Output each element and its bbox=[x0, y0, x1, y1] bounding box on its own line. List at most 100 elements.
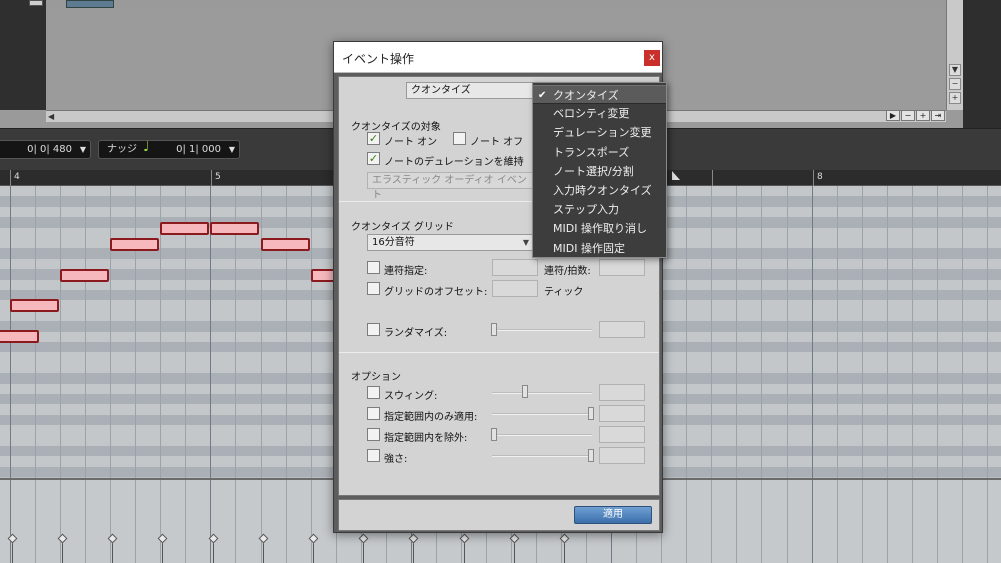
midi-note[interactable] bbox=[160, 222, 209, 235]
dialog-titlebar[interactable]: イベント操作 x bbox=[334, 42, 662, 73]
strength-field[interactable] bbox=[599, 447, 645, 464]
swing-field[interactable] bbox=[599, 384, 645, 401]
midi-note[interactable] bbox=[10, 299, 59, 312]
exclude-range-label: 指定範囲内を除外: bbox=[384, 433, 468, 444]
menu-item-label: MIDI 操作取り消し bbox=[553, 222, 647, 236]
menu-item[interactable]: MIDI 操作固定 bbox=[533, 239, 666, 258]
nudge-value: 0| 1| 000 bbox=[176, 144, 221, 155]
menu-item-label: 入力時クオンタイズ bbox=[553, 184, 652, 197]
grid-line bbox=[761, 186, 762, 478]
grid-select-value: 16分音符 bbox=[372, 237, 415, 248]
include-range-field[interactable] bbox=[599, 405, 645, 422]
tuplet-checkbox[interactable] bbox=[367, 261, 380, 274]
keep-duration-checkbox[interactable]: ✓ bbox=[367, 152, 380, 165]
scroll-left-icon[interactable]: ◀ bbox=[48, 112, 58, 121]
grid-offset-field[interactable] bbox=[492, 280, 538, 297]
grid-line bbox=[862, 186, 863, 478]
grid-line bbox=[210, 480, 211, 563]
exclude-range-slider-thumb[interactable] bbox=[491, 428, 497, 441]
elastic-audio-select: エラスティック オーディオ イベント bbox=[367, 172, 537, 201]
grid-line bbox=[686, 186, 687, 478]
strength-slider-thumb[interactable] bbox=[588, 449, 594, 462]
zoom-in-icon[interactable]: + bbox=[949, 92, 961, 104]
include-range-checkbox[interactable] bbox=[367, 407, 380, 420]
include-range-label: 指定範囲内のみ適用: bbox=[384, 412, 478, 423]
menu-item-label: ベロシティ変更 bbox=[553, 107, 630, 121]
grid-line bbox=[185, 480, 186, 563]
tuplet-field[interactable] bbox=[492, 259, 538, 276]
nudge-control[interactable]: ナッジ ♩ 0| 1| 000 ▼ bbox=[98, 139, 240, 159]
menu-item[interactable]: ベロシティ変更 bbox=[533, 104, 666, 123]
midi-note[interactable] bbox=[0, 330, 39, 343]
strength-checkbox[interactable] bbox=[367, 449, 380, 462]
randomize-slider-thumb[interactable] bbox=[491, 323, 497, 336]
swing-checkbox[interactable] bbox=[367, 386, 380, 399]
scroll-down-icon[interactable]: ▼ bbox=[949, 64, 961, 76]
menu-item[interactable]: MIDI 操作取り消し bbox=[533, 219, 666, 238]
randomize-checkbox[interactable] bbox=[367, 323, 380, 336]
grid-line bbox=[60, 480, 61, 563]
grid-line bbox=[686, 480, 687, 563]
zoom-fit-icon[interactable]: ⇥ bbox=[931, 110, 945, 121]
menu-item[interactable]: 入力時クオンタイズ bbox=[533, 181, 666, 200]
grid-line bbox=[987, 480, 988, 563]
menu-item[interactable]: トランスポーズ bbox=[533, 143, 666, 162]
randomize-slider[interactable] bbox=[492, 329, 592, 331]
include-range-slider[interactable] bbox=[492, 413, 592, 415]
note-on-checkbox[interactable]: ✓ bbox=[367, 132, 380, 145]
grid-select[interactable]: 16分音符 ▼ bbox=[367, 234, 533, 251]
clip-region[interactable] bbox=[66, 0, 114, 8]
include-range-slider-thumb[interactable] bbox=[588, 407, 594, 420]
menu-item-label: ノート選択/分割 bbox=[553, 164, 634, 178]
grid-line bbox=[962, 480, 963, 563]
menu-item-label: ステップ入力 bbox=[553, 203, 619, 217]
chevron-down-icon[interactable]: ▼ bbox=[229, 141, 235, 158]
swing-slider-thumb[interactable] bbox=[522, 385, 528, 398]
midi-note[interactable] bbox=[60, 269, 109, 282]
grid-line bbox=[35, 480, 36, 563]
grid-line bbox=[286, 186, 287, 478]
dialog-footer: 適用 bbox=[338, 499, 660, 531]
tuplet-count-field[interactable] bbox=[599, 259, 645, 276]
tuplet-label: 連符指定: bbox=[384, 266, 428, 277]
note-on-label: ノート オン bbox=[384, 137, 438, 148]
menu-item[interactable]: ステップ入力 bbox=[533, 200, 666, 219]
scroll-right-icon[interactable]: ▶ bbox=[886, 110, 900, 121]
note-off-checkbox[interactable] bbox=[453, 132, 466, 145]
menu-item[interactable]: デュレーション変更 bbox=[533, 123, 666, 142]
zoom-buttons: ▶ − + ⇥ bbox=[886, 110, 948, 122]
grid-line bbox=[85, 186, 86, 478]
note-off-label: ノート オフ bbox=[470, 137, 524, 148]
grid-line bbox=[937, 480, 938, 563]
randomize-field[interactable] bbox=[599, 321, 645, 338]
zoom-out-icon[interactable]: − bbox=[949, 78, 961, 90]
exclude-range-slider[interactable] bbox=[492, 434, 592, 436]
grid-line bbox=[85, 480, 86, 563]
grid-line bbox=[912, 186, 913, 478]
exclude-range-checkbox[interactable] bbox=[367, 428, 380, 441]
chevron-down-icon[interactable]: ▼ bbox=[523, 235, 529, 250]
zoom-out-icon[interactable]: − bbox=[901, 110, 915, 121]
note-value-icon: ♩ bbox=[143, 139, 150, 155]
menu-item[interactable]: ノート選択/分割 bbox=[533, 162, 666, 181]
grid-line bbox=[110, 186, 111, 478]
menu-item-label: デュレーション変更 bbox=[553, 126, 652, 140]
apply-button[interactable]: 適用 bbox=[574, 506, 652, 524]
strength-slider[interactable] bbox=[492, 455, 592, 457]
swing-slider[interactable] bbox=[492, 392, 592, 394]
midi-note[interactable] bbox=[210, 222, 259, 235]
zoom-in-icon[interactable]: + bbox=[916, 110, 930, 121]
exclude-range-field[interactable] bbox=[599, 426, 645, 443]
grid-line bbox=[711, 480, 712, 563]
vertical-scrollbar[interactable]: ▼ − + bbox=[946, 0, 963, 110]
grid-line bbox=[261, 480, 262, 563]
midi-note[interactable] bbox=[261, 238, 310, 251]
track-button[interactable] bbox=[29, 0, 43, 6]
close-button[interactable]: x bbox=[644, 50, 660, 66]
grid-line bbox=[736, 480, 737, 563]
menu-item[interactable]: ✔ クオンタイズ bbox=[533, 85, 666, 104]
chevron-down-icon[interactable]: ▼ bbox=[80, 141, 86, 158]
midi-note[interactable] bbox=[110, 238, 159, 251]
grid-offset-checkbox[interactable] bbox=[367, 282, 380, 295]
position-counter[interactable]: 0| 0| 480 ▼ bbox=[0, 140, 91, 159]
